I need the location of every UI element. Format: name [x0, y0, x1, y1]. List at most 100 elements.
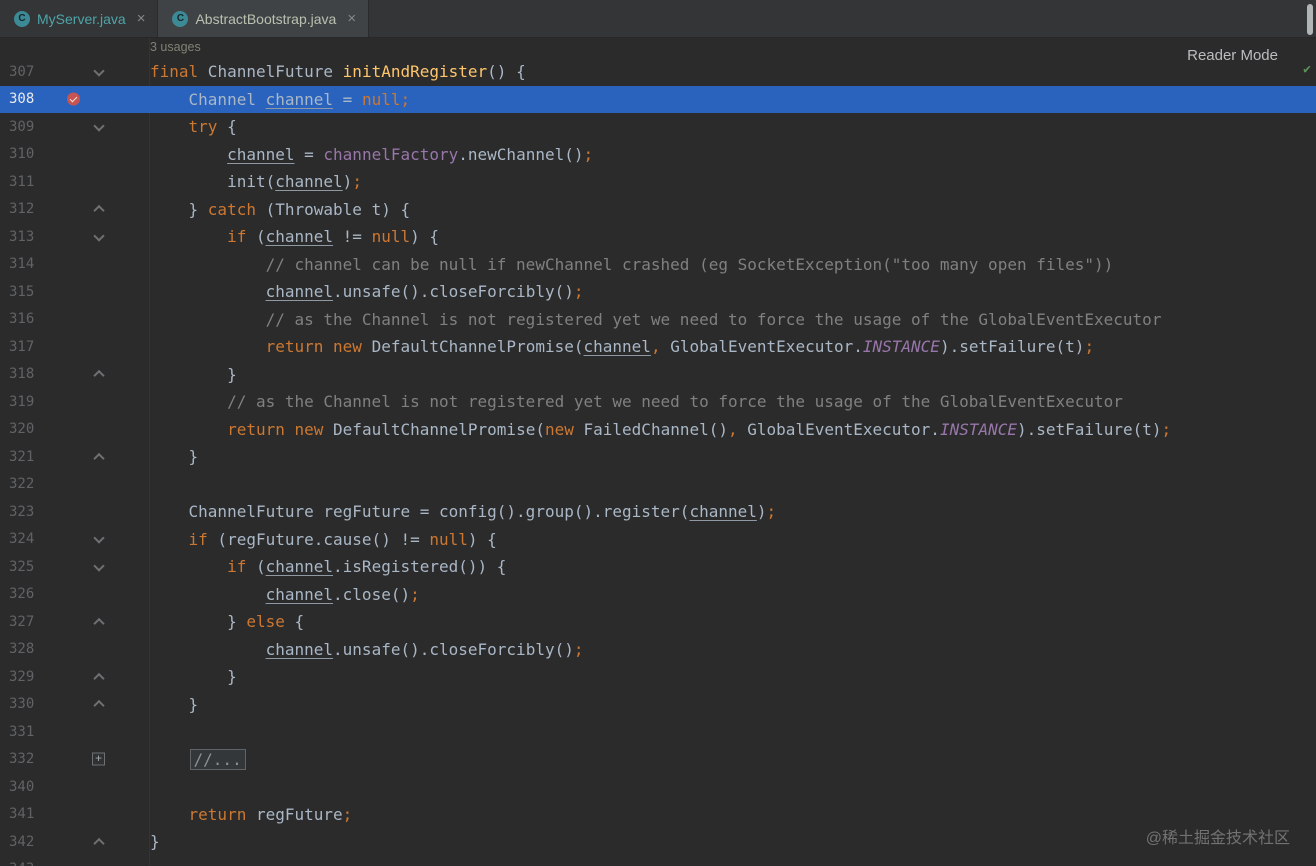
line-number[interactable]: 342 [0, 834, 45, 850]
fold-up-icon[interactable] [95, 699, 103, 710]
code-line[interactable]: 343 [0, 856, 1316, 866]
line-number[interactable]: 327 [0, 614, 45, 630]
usages-hint[interactable]: 3 usages [150, 40, 201, 54]
breakpoint-icon[interactable] [67, 92, 80, 106]
line-number[interactable]: 320 [0, 421, 45, 437]
line-number[interactable]: 315 [0, 284, 45, 300]
line-number[interactable]: 309 [0, 119, 45, 135]
code-line[interactable]: 322 [0, 471, 1316, 499]
code-line-text[interactable]: ChannelFuture regFuture = config().group… [150, 502, 777, 521]
line-number[interactable]: 318 [0, 366, 45, 382]
code-line[interactable]: 326 channel.close(); [0, 581, 1316, 609]
code-line[interactable]: 320 return new DefaultChannelPromise(new… [0, 416, 1316, 444]
code-line-text[interactable]: return new DefaultChannelPromise(new Fai… [150, 420, 1171, 439]
code-line-text[interactable]: channel.unsafe().closeForcibly(); [150, 640, 584, 659]
line-number[interactable]: 332 [0, 751, 45, 767]
fold-down-icon[interactable] [95, 124, 103, 130]
code-line[interactable]: 314 // channel can be null if newChannel… [0, 251, 1316, 279]
line-number[interactable]: 328 [0, 641, 45, 657]
fold-plus-icon[interactable] [92, 753, 105, 766]
fold-down-icon[interactable] [95, 536, 103, 542]
code-line[interactable]: 340 [0, 773, 1316, 801]
code-line[interactable]: 319 // as the Channel is not registered … [0, 388, 1316, 416]
code-line-text[interactable]: channel.close(); [150, 585, 420, 604]
line-number[interactable]: 321 [0, 449, 45, 465]
code-line-text[interactable]: final ChannelFuture initAndRegister() { [150, 62, 526, 81]
code-line[interactable]: 332 //... [0, 746, 1316, 774]
line-number[interactable]: 317 [0, 339, 45, 355]
code-line-text[interactable]: } [150, 832, 160, 851]
code-line-text[interactable]: channel.unsafe().closeForcibly(); [150, 282, 584, 301]
code-line[interactable]: 342 } [0, 828, 1316, 856]
line-number[interactable]: 312 [0, 201, 45, 217]
code-line[interactable]: 312 } catch (Throwable t) { [0, 196, 1316, 224]
code-line-text[interactable]: if (regFuture.cause() != null) { [150, 530, 497, 549]
code-line-text[interactable]: if (channel.isRegistered()) { [150, 557, 506, 576]
code-line-text[interactable]: } catch (Throwable t) { [150, 200, 411, 219]
code-line-text[interactable]: try { [150, 117, 237, 136]
code-line[interactable]: 324 if (regFuture.cause() != null) { [0, 526, 1316, 554]
code-line[interactable]: 310 channel = channelFactory.newChannel(… [0, 141, 1316, 169]
code-line[interactable]: 330 } [0, 691, 1316, 719]
code-line-text[interactable]: } [150, 447, 199, 466]
line-number[interactable]: 329 [0, 669, 45, 685]
line-number[interactable]: 325 [0, 559, 45, 575]
code-line-text[interactable]: } [150, 695, 199, 714]
code-line[interactable]: 328 channel.unsafe().closeForcibly(); [0, 636, 1316, 664]
line-number[interactable]: 322 [0, 476, 45, 492]
fold-up-icon[interactable] [95, 616, 103, 627]
code-line-text[interactable]: Channel channel = null; [150, 90, 411, 109]
code-line[interactable]: 311 init(channel); [0, 168, 1316, 196]
line-number[interactable]: 314 [0, 256, 45, 272]
code-line-text[interactable]: return new DefaultChannelPromise(channel… [150, 337, 1094, 356]
code-line-text[interactable]: } [150, 365, 237, 384]
code-line[interactable]: 316 // as the Channel is not registered … [0, 306, 1316, 334]
code-line[interactable]: 309 try { [0, 113, 1316, 141]
code-line-text[interactable]: //... [150, 748, 246, 770]
fold-up-icon[interactable] [95, 204, 103, 215]
code-line[interactable]: 321 } [0, 443, 1316, 471]
scrollbar-thumb[interactable] [1307, 4, 1313, 35]
fold-up-icon[interactable] [95, 369, 103, 380]
code-line[interactable]: 317 return new DefaultChannelPromise(cha… [0, 333, 1316, 361]
code-line-text[interactable]: return regFuture; [150, 805, 353, 824]
code-line[interactable]: 331 [0, 718, 1316, 746]
close-tab-icon[interactable]: × [347, 11, 356, 26]
fold-up-icon[interactable] [95, 671, 103, 682]
code-line-text[interactable]: // as the Channel is not registered yet … [150, 310, 1162, 329]
code-line[interactable]: 329 } [0, 663, 1316, 691]
close-tab-icon[interactable]: × [137, 11, 146, 26]
code-line[interactable]: 341 return regFuture; [0, 801, 1316, 829]
line-number[interactable]: 340 [0, 779, 45, 795]
code-line[interactable]: 327 } else { [0, 608, 1316, 636]
code-line[interactable]: 308 Channel channel = null; [0, 85, 1316, 113]
fold-down-icon[interactable] [95, 69, 103, 75]
code-line[interactable]: 325 if (channel.isRegistered()) { [0, 553, 1316, 581]
line-number[interactable]: 319 [0, 394, 45, 410]
line-number[interactable]: 316 [0, 311, 45, 327]
line-number[interactable]: 323 [0, 504, 45, 520]
reader-mode-label[interactable]: Reader Mode [1187, 47, 1278, 64]
line-number[interactable]: 308 [0, 91, 45, 107]
code-line[interactable]: 307 final ChannelFuture initAndRegister(… [0, 58, 1316, 86]
code-line-text[interactable]: if (channel != null) { [150, 227, 439, 246]
code-line-text[interactable]: } else { [150, 612, 304, 631]
line-number[interactable]: 313 [0, 229, 45, 245]
line-number[interactable]: 324 [0, 531, 45, 547]
line-number[interactable]: 343 [0, 861, 45, 866]
code-line[interactable]: 318 } [0, 361, 1316, 389]
line-number[interactable]: 310 [0, 146, 45, 162]
line-number[interactable]: 307 [0, 64, 45, 80]
inspections-ok-icon[interactable] [1303, 62, 1311, 77]
line-number[interactable]: 330 [0, 696, 45, 712]
code-line-text[interactable]: channel = channelFactory.newChannel(); [150, 145, 593, 164]
fold-up-icon[interactable] [95, 451, 103, 462]
tab-myserver[interactable]: C MyServer.java × [0, 0, 159, 37]
line-number[interactable]: 326 [0, 586, 45, 602]
code-line[interactable]: 323 ChannelFuture regFuture = config().g… [0, 498, 1316, 526]
code-line-text[interactable]: init(channel); [150, 172, 362, 191]
tab-abstractbootstrap[interactable]: C AbstractBootstrap.java × [158, 0, 370, 37]
code-line[interactable]: 313 if (channel != null) { [0, 223, 1316, 251]
line-number[interactable]: 341 [0, 806, 45, 822]
code-line-text[interactable]: } [150, 667, 237, 686]
